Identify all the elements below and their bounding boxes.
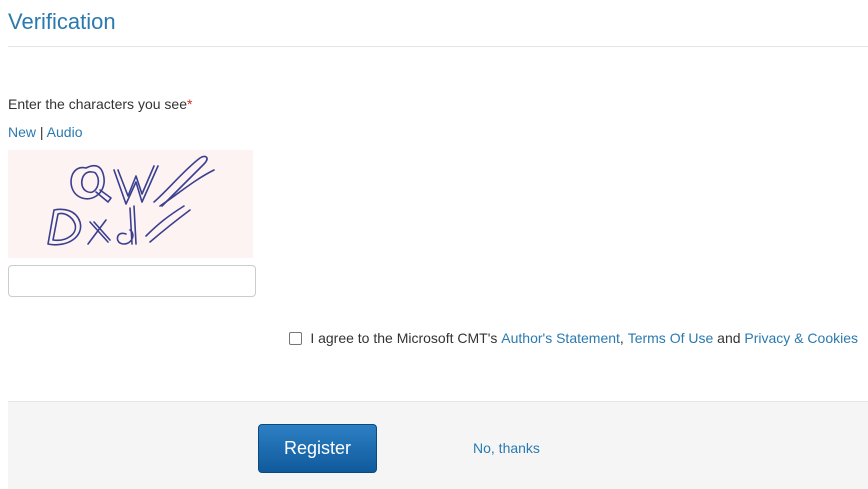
- captcha-link-separator: |: [36, 124, 47, 140]
- captcha-input[interactable]: [8, 265, 256, 297]
- authors-statement-link[interactable]: Author's Statement: [501, 330, 620, 346]
- heading-divider: [8, 46, 868, 47]
- required-marker: *: [187, 96, 193, 112]
- captcha-glyphs: [47, 155, 215, 246]
- register-button[interactable]: Register: [258, 424, 377, 473]
- privacy-cookies-link[interactable]: Privacy & Cookies: [744, 330, 858, 346]
- captcha-image: [8, 150, 253, 258]
- no-thanks-link[interactable]: No, thanks: [473, 440, 540, 456]
- verification-page: Verification Enter the characters you se…: [0, 0, 868, 489]
- captcha-links: New | Audio: [8, 124, 82, 140]
- captcha-new-link[interactable]: New: [8, 124, 36, 140]
- verification-heading: Verification: [8, 9, 116, 34]
- captcha-label: Enter the characters you see*: [8, 96, 192, 112]
- captcha-label-text: Enter the characters you see: [8, 96, 187, 112]
- agree-checkbox[interactable]: [289, 331, 303, 345]
- agreement-prefix: I agree to the Microsoft CMT's: [310, 330, 502, 346]
- terms-of-use-link[interactable]: Terms Of Use: [628, 330, 714, 346]
- agreement-row: I agree to the Microsoft CMT's Author's …: [289, 330, 858, 346]
- agreement-and: and: [713, 330, 745, 346]
- agreement-comma: ,: [619, 330, 628, 346]
- form-footer: Register No, thanks: [8, 401, 868, 489]
- captcha-audio-link[interactable]: Audio: [47, 124, 83, 140]
